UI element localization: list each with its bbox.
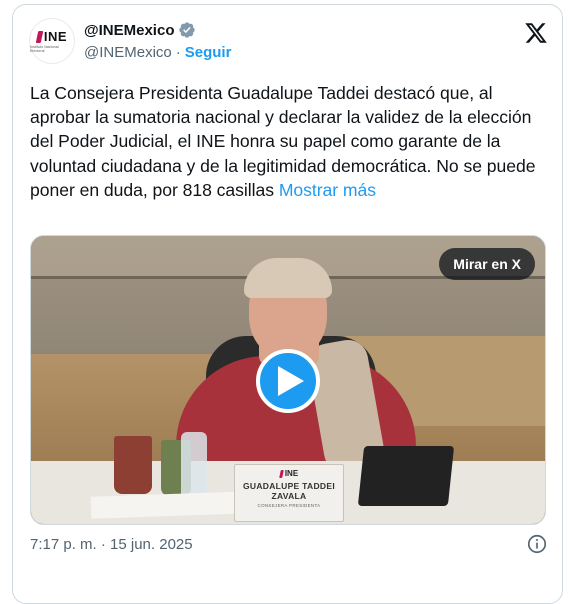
tweet-card: INE Instituto Nacional Electoral @INEMex…	[12, 4, 563, 604]
name-row: @INEMexico	[84, 21, 196, 39]
video-player[interactable]: INE GUADALUPE TADDEI ZAVALA CONSEJERA PR…	[30, 235, 546, 525]
logo-subtext: Instituto Nacional Electoral	[30, 45, 59, 53]
logo-text: INE	[43, 29, 68, 44]
nameplate-name: GUADALUPE TADDEI ZAVALA	[242, 481, 335, 501]
handle[interactable]: @INEMexico	[84, 44, 172, 61]
tweet-text: La Consejera Presidenta Guadalupe Taddei…	[30, 81, 555, 202]
play-icon	[277, 366, 304, 396]
watch-on-x-button[interactable]: Mirar en X	[439, 248, 535, 280]
separator: ·	[175, 44, 181, 61]
display-name[interactable]: @INEMexico	[84, 22, 174, 39]
timestamp[interactable]: 7:17 p. m. · 15 jun. 2025	[30, 536, 193, 553]
follow-button[interactable]: Seguir	[185, 44, 232, 61]
x-logo-icon[interactable]	[524, 21, 548, 45]
nameplate-role: CONSEJERA PRESIDENTA	[257, 503, 321, 508]
laptop	[357, 446, 455, 506]
nameplate: INE GUADALUPE TADDEI ZAVALA CONSEJERA PR…	[234, 464, 344, 522]
show-more-link[interactable]: Mostrar más	[279, 180, 376, 200]
verified-badge-icon[interactable]	[178, 21, 196, 39]
ine-logo: INE	[35, 29, 68, 44]
handle-row: @INEMexico · Seguir	[84, 44, 231, 61]
nameplate-logo: INE	[284, 469, 299, 478]
play-button[interactable]	[256, 349, 320, 413]
info-icon[interactable]	[526, 533, 548, 555]
mug	[114, 436, 152, 494]
avatar[interactable]: INE Instituto Nacional Electoral	[29, 18, 75, 64]
